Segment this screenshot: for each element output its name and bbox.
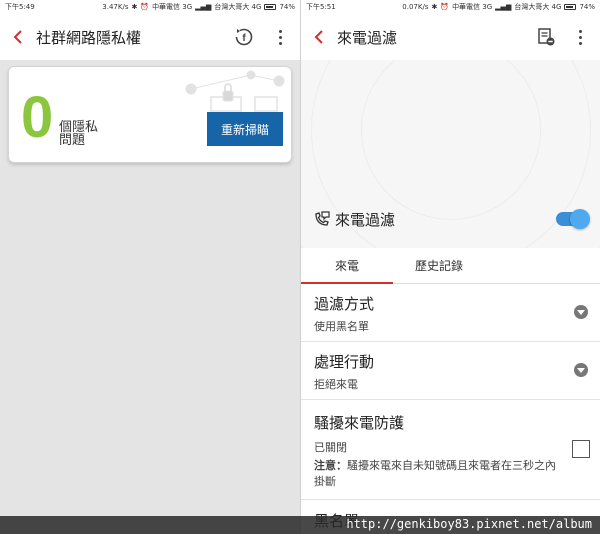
nuisance-call-protection-setting: 騷擾來電防護 已關閉 注意：騷擾來電來自未知號碼且來電者在三秒之內掛斷 (301, 400, 600, 500)
status-bar: 下午5:49 3.47K/s ✱ ⏰ 中華電信 3G ▂▄▆ 台灣大哥大 4G … (0, 0, 300, 14)
watermark-text: http://genkiboy83.pixnet.net/album (346, 517, 592, 531)
list-remove-icon (538, 28, 555, 46)
setting-value: 已關閉 (314, 441, 347, 454)
bluetooth-icon: ✱ (431, 3, 438, 11)
status-battery: 74% (279, 3, 295, 11)
back-arrow-icon (13, 30, 22, 44)
back-button[interactable] (301, 14, 337, 60)
back-arrow-icon (314, 30, 323, 44)
toggle-knob (570, 209, 590, 229)
app-bar: 社群網路隱私權 f (0, 14, 300, 60)
call-filter-toggle[interactable] (556, 209, 590, 229)
svg-text:f: f (242, 33, 246, 44)
privacy-issue-label: 個隱私問題 (59, 120, 99, 148)
privacy-issue-count: 0 (21, 85, 54, 150)
more-vert-icon (278, 29, 282, 45)
call-filter-label: 來電過濾 (335, 210, 396, 229)
tab-history[interactable]: 歷史記錄 (393, 248, 485, 283)
privacy-screen: 下午5:49 3.47K/s ✱ ⏰ 中華電信 3G ▂▄▆ 台灣大哥大 4G … (0, 0, 300, 534)
facebook-refresh-icon: f (235, 28, 253, 46)
status-carrier-1: 中華電信 3G (152, 3, 193, 11)
more-vert-icon (578, 29, 582, 45)
rescan-button[interactable]: 重新掃瞄 (207, 112, 283, 146)
signal-icon: ▂▄▆ (495, 3, 512, 11)
setting-title: 騷擾來電防護 (314, 414, 405, 432)
battery-icon (264, 4, 277, 10)
overflow-menu-button[interactable] (566, 14, 594, 60)
bluetooth-icon: ✱ (131, 3, 138, 11)
status-time: 下午5:51 (306, 3, 336, 11)
filter-method-setting[interactable]: 過濾方式 使用黑名單 (301, 284, 600, 342)
setting-value: 拒絕來電 (314, 378, 358, 391)
tab-bar: 來電 歷史記錄 (301, 248, 600, 284)
status-battery: 74% (579, 3, 595, 11)
alarm-icon: ⏰ (440, 3, 450, 11)
facebook-scan-button[interactable]: f (230, 14, 258, 60)
action-setting[interactable]: 處理行動 拒絕來電 (301, 342, 600, 400)
status-time: 下午5:49 (5, 3, 35, 11)
back-button[interactable] (0, 14, 36, 60)
tab-calls[interactable]: 來電 (301, 248, 393, 284)
protection-note: 注意：騷擾來電來自未知號碼且來電者在三秒之內掛斷 (314, 458, 564, 490)
nuisance-protection-checkbox[interactable] (572, 440, 590, 458)
status-speed: 0.07K/s (402, 3, 429, 11)
dropdown-arrow-icon (574, 363, 588, 377)
page-title: 來電過濾 (337, 28, 398, 47)
privacy-summary-card: 0 個隱私問題 重新掃瞄 (8, 66, 292, 163)
dropdown-arrow-icon (574, 305, 588, 319)
note-text: 騷擾來電來自未知號碼且來電者在三秒之內掛斷 (314, 459, 556, 488)
setting-value: 使用黑名單 (314, 320, 369, 333)
status-bar: 下午5:51 0.07K/s ✱ ⏰ 中華電信 3G ▂▄▆ 台灣大哥大 4G … (301, 0, 600, 14)
call-filter-header: 來電過濾 (301, 60, 600, 248)
setting-title: 過濾方式 (314, 295, 375, 313)
alarm-icon: ⏰ (140, 3, 150, 11)
phone-chat-icon (315, 211, 330, 226)
call-filter-switch-row: 來電過濾 (313, 208, 590, 230)
note-label: 注意： (314, 459, 347, 472)
signal-icon: ▂▄▆ (195, 3, 212, 11)
status-carrier-2: 台灣大哥大 4G (514, 3, 562, 11)
page-title: 社群網路隱私權 (36, 28, 142, 47)
app-bar: 來電過濾 (301, 14, 600, 60)
call-filter-screen: 下午5:51 0.07K/s ✱ ⏰ 中華電信 3G ▂▄▆ 台灣大哥大 4G … (300, 0, 600, 534)
status-speed: 3.47K/s (102, 3, 129, 11)
status-carrier-2: 台灣大哥大 4G (214, 3, 262, 11)
blocklist-settings-button[interactable] (532, 14, 560, 60)
setting-title: 處理行動 (314, 353, 375, 371)
overflow-menu-button[interactable] (266, 14, 294, 60)
battery-icon (564, 4, 577, 10)
status-carrier-1: 中華電信 3G (452, 3, 493, 11)
